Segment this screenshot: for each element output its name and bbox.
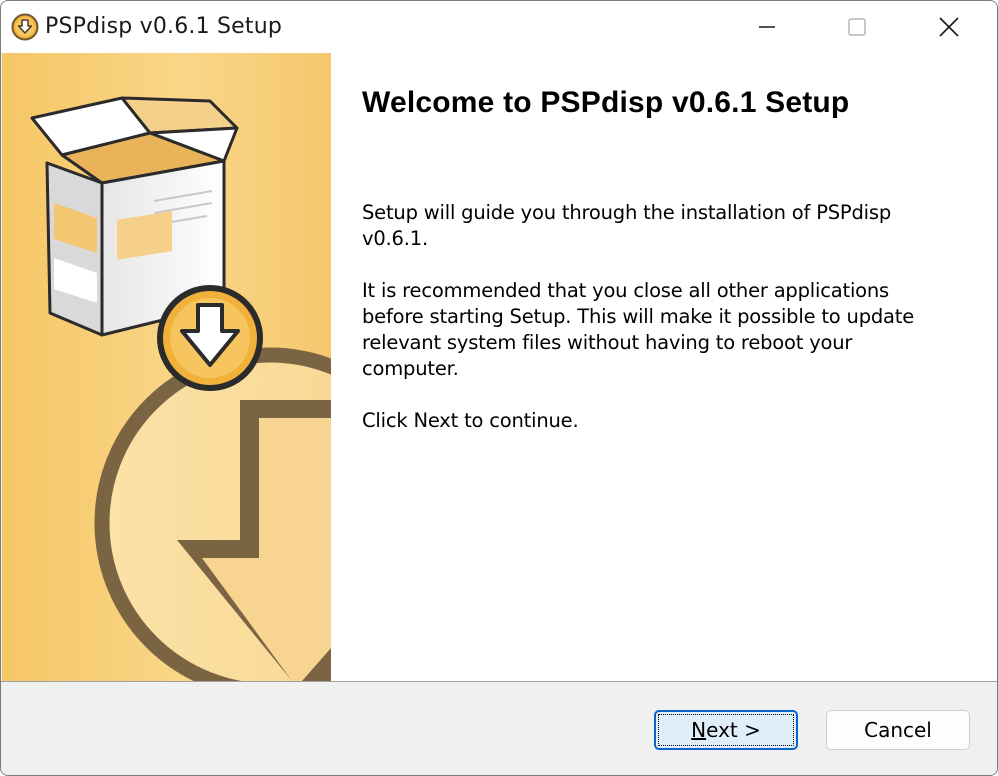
maximize-icon bbox=[848, 18, 866, 36]
title-bar[interactable]: PSPdisp v0.6.1 Setup bbox=[1, 1, 997, 53]
recommendation-text: It is recommended that you close all oth… bbox=[362, 279, 915, 380]
next-label: ext > bbox=[706, 718, 761, 742]
continue-instruction-text: Click Next to continue. bbox=[362, 409, 579, 432]
minimize-button[interactable] bbox=[721, 1, 813, 53]
installer-box-download-graphic bbox=[30, 96, 331, 681]
installer-banner bbox=[2, 53, 331, 681]
next-button[interactable]: Next > bbox=[654, 710, 798, 750]
next-mnemonic: N bbox=[691, 718, 707, 742]
close-icon bbox=[939, 17, 959, 37]
installer-disc-icon bbox=[11, 13, 39, 41]
maximize-button[interactable] bbox=[811, 1, 903, 53]
cancel-button[interactable]: Cancel bbox=[826, 710, 970, 750]
minimize-icon bbox=[759, 26, 775, 28]
window-title: PSPdisp v0.6.1 Setup bbox=[45, 14, 283, 39]
page-title: Welcome to PSPdisp v0.6.1 Setup bbox=[362, 86, 850, 119]
intro-text: Setup will guide you through the install… bbox=[362, 201, 892, 250]
welcome-panel: Welcome to PSPdisp v0.6.1 Setup Setup wi… bbox=[331, 53, 997, 681]
close-button[interactable] bbox=[903, 1, 995, 53]
setup-window: PSPdisp v0.6.1 Setup Welcome to PSPdisp … bbox=[0, 0, 998, 776]
